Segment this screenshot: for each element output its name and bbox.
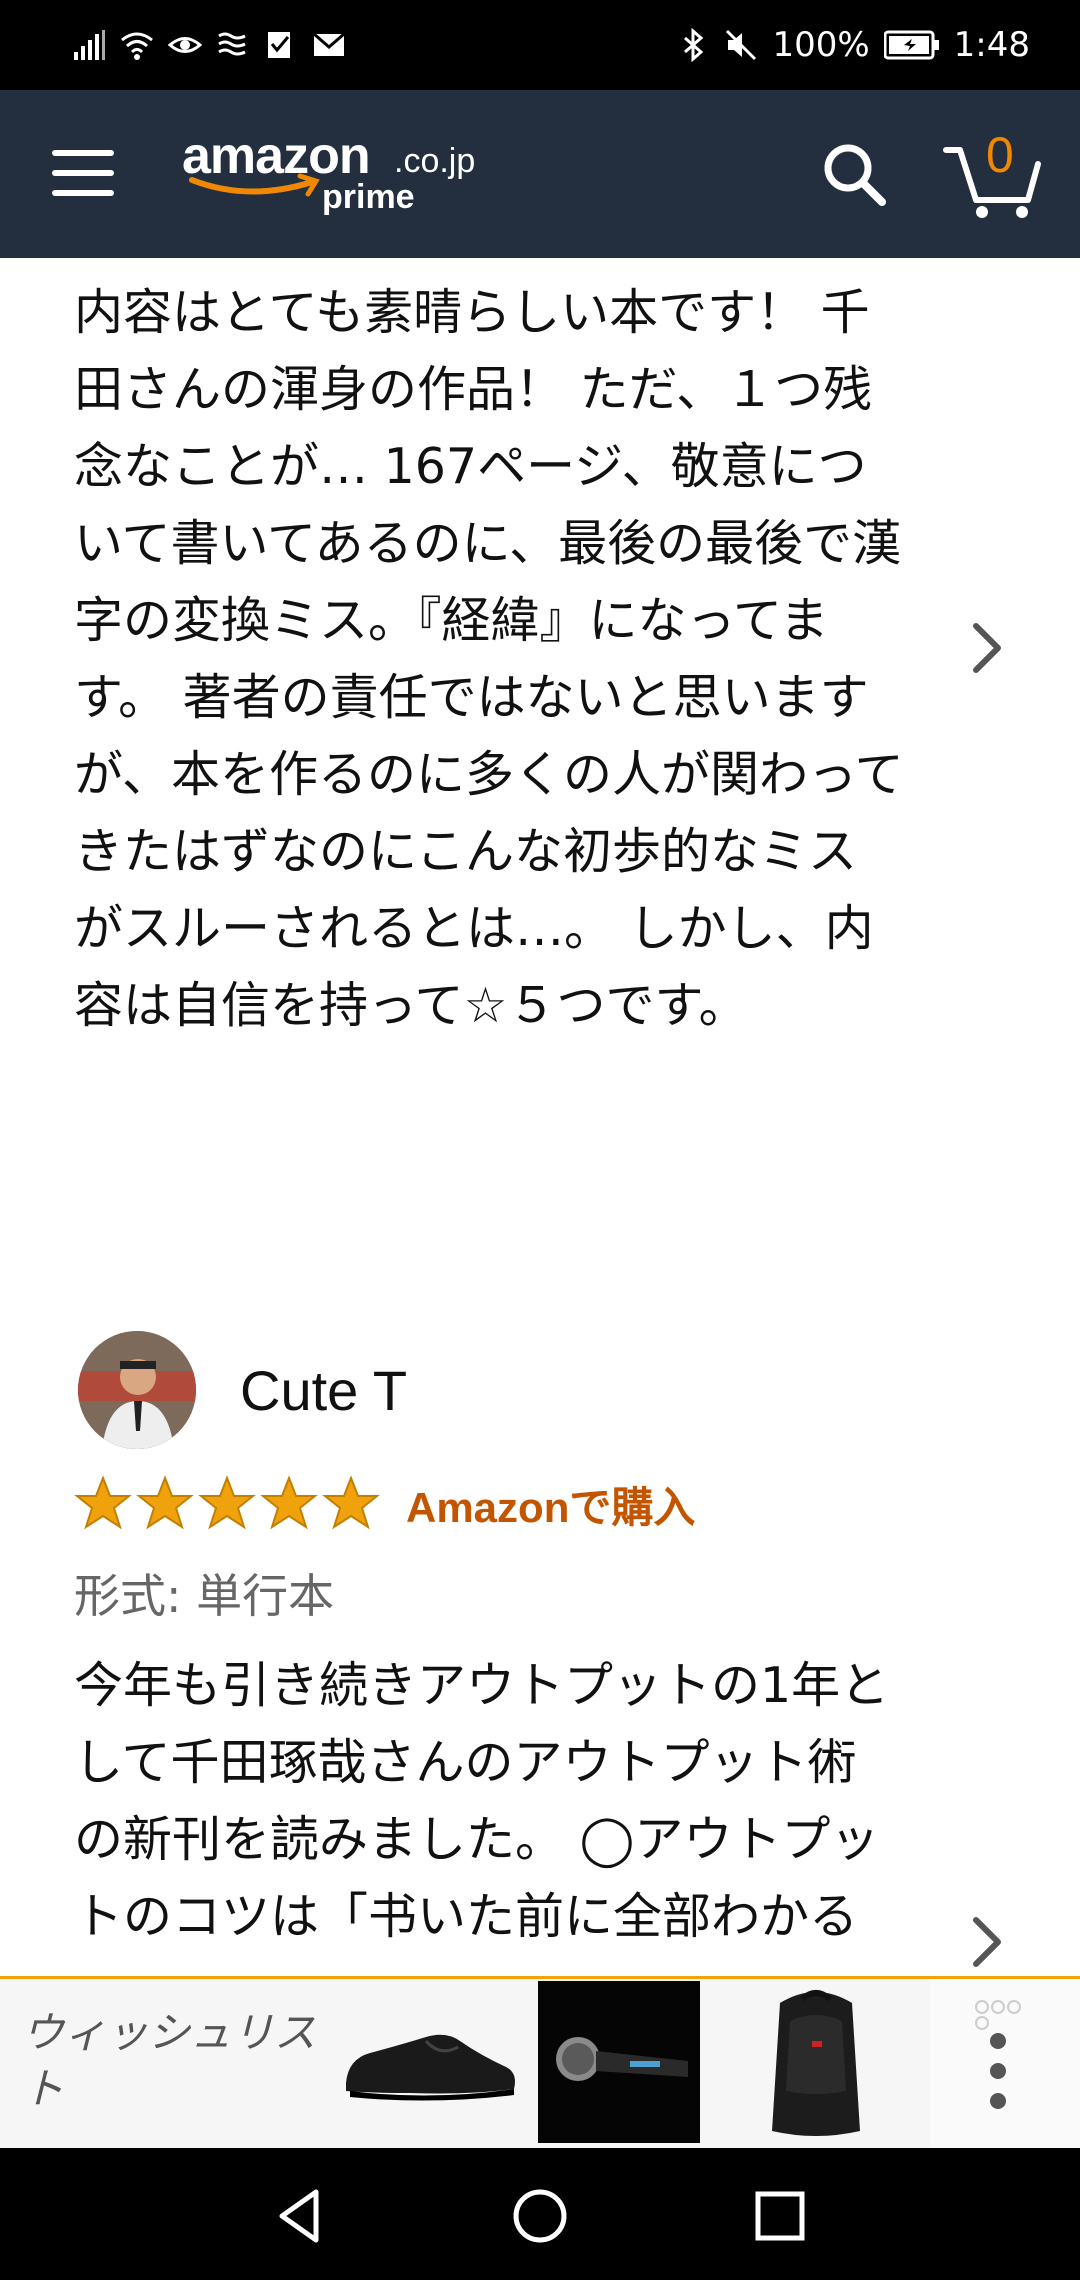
star-icon [322, 1475, 380, 1530]
smile-arrow-icon [189, 173, 320, 197]
chevron-right-icon[interactable] [962, 618, 1012, 678]
wifi-icon [121, 32, 153, 60]
bluetooth-icon [684, 28, 704, 62]
wishlist-bar: ウィッシュリスト [0, 1976, 1080, 2151]
review-text: 今年も引き続きアウトプットの1年として千田琢哉さんのアウトプット術の新刊を読みま… [74, 1657, 890, 1945]
format-label: 形式: 単行本 [74, 1569, 335, 1623]
status-icons-left [72, 24, 346, 66]
signal-icon [74, 30, 105, 60]
backpack-image [772, 1990, 860, 2136]
star-rating [74, 1475, 380, 1533]
battery-icon [883, 30, 939, 60]
star-icon [136, 1475, 194, 1530]
avatar[interactable] [78, 1331, 196, 1449]
eye-icon [168, 37, 202, 53]
flag-icon [268, 32, 290, 58]
verified-purchase-badge: Amazonで購入 [406, 1483, 696, 1531]
review-text: 内容はとても素晴らしい本です！ 千田さんの渾身の作品！ ただ、１つ残念なことが…… [74, 284, 904, 1034]
logo-domain: .co.jp [394, 142, 476, 180]
menu-icon [52, 150, 114, 156]
cart-count: 0 [986, 127, 1014, 183]
wishlist-item-backpack[interactable] [720, 1981, 910, 2143]
cart-button[interactable]: 0 [942, 127, 1042, 220]
search-button[interactable] [820, 140, 890, 210]
back-icon[interactable] [270, 2184, 334, 2248]
wishlist-more-button[interactable] [930, 1979, 1080, 2149]
star-icon [260, 1475, 318, 1530]
mute-icon [726, 29, 757, 61]
logo-prime: prime [322, 178, 415, 216]
chevron-right-icon[interactable] [962, 1912, 1012, 1972]
status-bar: 100% 1:48 [0, 0, 1080, 90]
recents-icon[interactable] [748, 2184, 812, 2248]
reviewer-name: Cute T [240, 1358, 408, 1422]
rating-row: Amazonで購入 [74, 1472, 695, 1536]
clock: 1:48 [953, 25, 1030, 65]
status-icons-right: 100% 1:48 [676, 24, 1030, 66]
star-icon [198, 1475, 256, 1530]
star-icon [74, 1475, 132, 1530]
wishlist-item-shoe[interactable] [330, 1981, 530, 2143]
wave-icon [218, 32, 246, 56]
mail-icon [313, 32, 345, 56]
dress-shoe-image [346, 2034, 515, 2101]
search-icon [824, 144, 886, 206]
app-header: amazon .co.jp prime 0 [0, 90, 1080, 258]
menu-button[interactable] [52, 140, 116, 210]
avatar-image [78, 1331, 196, 1449]
system-nav-bar [0, 2148, 1080, 2280]
battery-percent: 100% [772, 25, 870, 65]
amazon-prime-logo[interactable]: amazon .co.jp prime [182, 126, 482, 226]
reviewer-info[interactable]: Cute T [78, 1330, 407, 1450]
home-icon[interactable] [508, 2184, 572, 2248]
more-vertical-icon [975, 2000, 1021, 2109]
karaoke-microphone-image [538, 1981, 700, 2143]
wishlist-item-microphone[interactable] [538, 1981, 700, 2143]
wishlist-label[interactable]: ウィッシュリスト [22, 2005, 322, 2117]
